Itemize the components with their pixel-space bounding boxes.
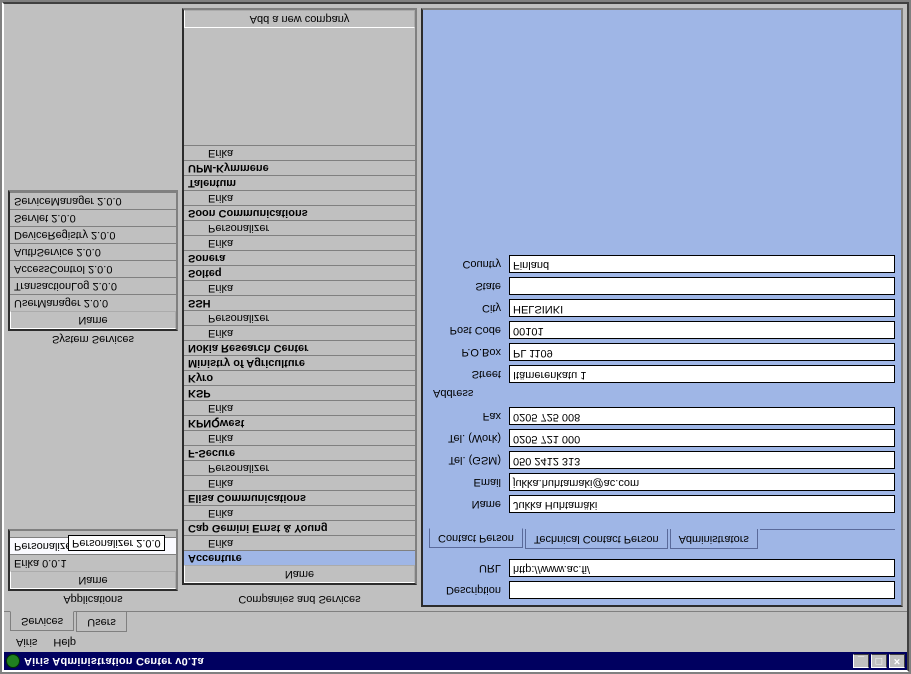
tree-item[interactable]: Erika — [184, 190, 415, 205]
applications-title: Applications — [8, 591, 178, 607]
description-label: Description — [429, 584, 509, 596]
tree-item[interactable]: UPM-Kymmene — [184, 160, 415, 175]
tree-item[interactable]: Personalizer — [184, 460, 415, 475]
minimize-button[interactable]: _ — [853, 654, 869, 668]
titlebar: Airis Administration Center v0.1a _ □ × — [4, 652, 907, 670]
companies-header[interactable]: Name — [184, 565, 415, 583]
street-label: Street — [429, 368, 509, 380]
address-label: Address — [433, 387, 895, 399]
tree-item[interactable]: Elisa Communications — [184, 490, 415, 505]
city-field[interactable]: HELSINKI — [509, 299, 895, 317]
pobox-field[interactable]: PL 1109 — [509, 343, 895, 361]
detail-panel: Description URL http://www.ac.fi/ Contac… — [421, 8, 903, 607]
email-label: Email — [429, 476, 509, 488]
name-field[interactable]: Jukka Huhtamäki — [509, 495, 895, 513]
applications-header[interactable]: Name — [10, 571, 176, 589]
system-services-title: System Services — [8, 331, 178, 347]
tree-item[interactable]: Erika — [184, 535, 415, 550]
add-company-button[interactable]: Add a new company — [184, 10, 415, 28]
tab-contact-person[interactable]: Contact Person — [429, 528, 523, 548]
tree-item[interactable]: Erika — [184, 235, 415, 250]
main-tabs: Services Users — [4, 611, 907, 632]
fax-label: Fax — [429, 410, 509, 422]
tel-work-label: Tel. (Work) — [429, 432, 509, 444]
list-item[interactable]: AuthService 2.0.0 — [10, 243, 176, 260]
menubar: Airis Help — [4, 632, 907, 652]
tooltip: Personalizer 2.0.0 — [68, 535, 165, 551]
country-label: Country — [429, 258, 509, 270]
list-item[interactable]: TransactionLog 2.0.0 — [10, 277, 176, 294]
tree-item[interactable]: Soon Communications — [184, 205, 415, 220]
email-field[interactable]: jukka.huhtamaki@ac.com — [509, 473, 895, 491]
tel-work-field[interactable]: 0205 721 000 — [509, 429, 895, 447]
tel-gsm-label: Tel. (GSM) — [429, 454, 509, 466]
tab-technical-contact[interactable]: Technical Contact Person — [525, 529, 668, 549]
tree-item[interactable]: Erika — [184, 475, 415, 490]
tree-item[interactable]: Solteq — [184, 265, 415, 280]
tree-item[interactable]: Talentum — [184, 175, 415, 190]
description-field[interactable] — [509, 581, 895, 599]
list-item[interactable]: Servlet 2.0.0 — [10, 209, 176, 226]
state-field[interactable] — [509, 277, 895, 295]
tree-item[interactable]: Erika — [184, 400, 415, 415]
tree-item[interactable]: Personalizer — [184, 220, 415, 235]
list-item[interactable]: AccessControl 2.0.0 — [10, 260, 176, 277]
tab-users[interactable]: Users — [76, 612, 127, 632]
tree-item[interactable]: Erika — [184, 145, 415, 160]
tree-item[interactable]: KSP — [184, 385, 415, 400]
tree-item[interactable]: F-Secure — [184, 445, 415, 460]
tree-item[interactable]: Erika — [184, 505, 415, 520]
companies-title: Companies and Services — [182, 591, 417, 607]
menu-help[interactable]: Help — [47, 634, 82, 650]
url-field[interactable]: http://www.ac.fi/ — [509, 559, 895, 577]
tree-item[interactable]: Nokia Research Center — [184, 340, 415, 355]
list-item[interactable]: DeviceRegistry 2.0.0 — [10, 226, 176, 243]
fax-field[interactable]: 0205 725 008 — [509, 407, 895, 425]
tree-item[interactable]: Erika — [184, 325, 415, 340]
detail-tabs: Contact Person Technical Contact Person … — [429, 529, 895, 549]
tree-item[interactable]: Accenture — [184, 550, 415, 565]
content-area: Applications Name Erika 0.0.1 Personaliz… — [4, 4, 907, 611]
maximize-button[interactable]: □ — [871, 654, 887, 668]
tree-item[interactable]: Erika — [184, 280, 415, 295]
pobox-label: P.O.Box — [429, 346, 509, 358]
list-item[interactable]: ServiceManager 2.0.0 — [10, 192, 176, 209]
name-label: Name — [429, 498, 509, 510]
tree-item[interactable]: Erika — [184, 430, 415, 445]
postcode-field[interactable]: 00101 — [509, 321, 895, 339]
state-label: State — [429, 280, 509, 292]
tree-item[interactable]: Ministry of Agriculture — [184, 355, 415, 370]
companies-tree: Name AccentureErikaCap Gemini Ernst & Yo… — [182, 8, 417, 585]
left-column: Applications Name Erika 0.0.1 Personaliz… — [8, 8, 178, 607]
system-services-list: Name UserManager 2.0.0 TransactionLog 2.… — [8, 190, 178, 331]
tree-item[interactable]: Sonera — [184, 250, 415, 265]
tree-item[interactable]: Personalizer — [184, 310, 415, 325]
tree-item[interactable]: KPNQwest — [184, 415, 415, 430]
list-item[interactable]: UserManager 2.0.0 — [10, 294, 176, 311]
list-item[interactable]: Erika 0.0.1 — [10, 554, 176, 571]
street-field[interactable]: Itämerenkatu 1 — [509, 365, 895, 383]
tree-item[interactable]: Kyro — [184, 370, 415, 385]
app-window: Airis Administration Center v0.1a _ □ × … — [2, 2, 909, 672]
url-label: URL — [429, 562, 509, 574]
tree-item[interactable]: Cap Gemini Ernst & Young — [184, 520, 415, 535]
tab-services[interactable]: Services — [10, 611, 74, 631]
menu-airis[interactable]: Airis — [10, 634, 43, 650]
city-label: City — [429, 302, 509, 314]
system-services-header[interactable]: Name — [10, 311, 176, 329]
app-icon — [6, 654, 20, 668]
tree-item[interactable]: SSH — [184, 295, 415, 310]
tab-administrators[interactable]: Administrators — [670, 529, 758, 549]
close-button[interactable]: × — [889, 654, 905, 668]
postcode-label: Post Code — [429, 324, 509, 336]
country-field[interactable]: Finland — [509, 255, 895, 273]
window-title: Airis Administration Center v0.1a — [24, 655, 204, 667]
middle-column: Companies and Services Name AccentureEri… — [182, 8, 417, 607]
tel-gsm-field[interactable]: 050 2412 313 — [509, 451, 895, 469]
